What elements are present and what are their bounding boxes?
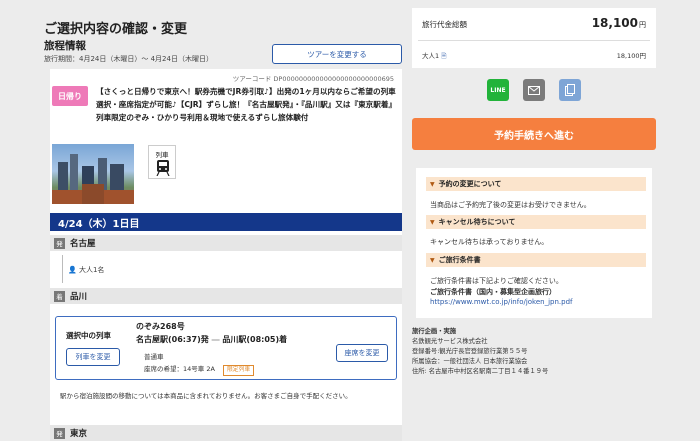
transport-label: 列車 <box>155 151 169 159</box>
copy-share-icon[interactable] <box>559 79 581 101</box>
station-badge: 発 <box>54 237 65 249</box>
selected-train-card: 選択中の列車 列車を変更 のぞみ268号 名古屋駅(06:37)発 ― 品川駅(… <box>55 316 397 380</box>
car-type: 普通車 <box>144 353 164 361</box>
booking-info-card: ▼ 予約の変更について 当商品はご予約完了後の変更はお受けできません。 ▼ キャンセ… <box>416 168 652 318</box>
triangle-down-icon: ▼ <box>430 218 435 226</box>
cancel-wait-text: キャンセル待ちは承っておりません。 <box>430 238 549 246</box>
change-tour-button[interactable]: ツアーを変更する <box>272 44 402 64</box>
travel-period: 旅行期間：4月24日（木曜日）～ 4月24日（木曜日） <box>44 55 213 63</box>
document-icon[interactable]: 🗎 <box>441 52 446 60</box>
change-seat-button[interactable]: 座席を変更 <box>336 344 388 362</box>
station-row-departure: 発 名古屋 <box>50 235 402 251</box>
tour-code: ツアーコード DP000000000000000000000000695 <box>232 75 394 83</box>
company-info: 旅行企画・実施 名鉄観光サービス株式会社 登録番号:観光庁長官登録旅行業第５５号… <box>412 328 549 375</box>
terms-subtitle: ご旅行条件書（国内・募集型企画旅行） <box>430 288 556 296</box>
mail-share-icon[interactable] <box>523 79 545 101</box>
change-train-button[interactable]: 列車を変更 <box>66 348 120 366</box>
total-price: 18,100円 <box>591 16 646 30</box>
limited-train-badge: 限定列車 <box>223 365 255 376</box>
station-name: 東京 <box>70 429 88 439</box>
tour-photo <box>52 144 134 204</box>
train-number: のぞみ268号 <box>136 322 185 331</box>
transport-card: 列車 <box>148 145 176 179</box>
itinerary-card: ツアーコード DP000000000000000000000000695 日帰り… <box>50 69 402 441</box>
main-column: ご選択内容の確認・変更 旅程情報 旅行期間：4月24日（木曜日）～ 4月24日（… <box>42 0 402 441</box>
change-policy-text: 当商品はご予約完了後の変更はお受けできません。 <box>430 201 591 209</box>
transfer-note: 駅から宿泊施設間の移動については本商品に含まれておりません。お客さまご自身で手配… <box>60 392 352 400</box>
triangle-down-icon: ▼ <box>430 180 435 188</box>
day-header: 4/24（木）1日目 <box>50 213 402 231</box>
divider <box>418 40 650 41</box>
station-row-tokyo: 発 東京 <box>50 425 402 441</box>
train-route: 名古屋駅(06:37)発 ― 品川駅(08:05)着 <box>136 335 288 344</box>
cancel-wait-heading: ▼ キャンセル待ちについて <box>426 215 646 229</box>
station-badge: 発 <box>54 427 65 439</box>
seat-preference: 座席の希望：14号車 2A 限定列車 <box>144 363 255 376</box>
adult-price: 18,100円 <box>616 52 646 60</box>
person-icon: 👤 <box>68 266 79 274</box>
station-name: 名古屋 <box>70 239 96 249</box>
station-badge: 着 <box>54 290 65 302</box>
line-share-icon[interactable]: LINE <box>487 79 509 101</box>
daytrip-badge: 日帰り <box>52 86 88 106</box>
change-policy-heading: ▼ 予約の変更について <box>426 177 646 191</box>
terms-heading: ▼ ご旅行条件書 <box>426 253 646 267</box>
copy-icon <box>565 84 575 96</box>
price-summary-card: 旅行代金総額 18,100円 大人1 🗎 18,100円 <box>412 8 656 68</box>
total-price-label: 旅行代金総額 <box>422 20 467 29</box>
itinerary-title: 旅程情報 <box>44 40 86 52</box>
train-icon <box>156 160 170 176</box>
page-title: ご選択内容の確認・変更 <box>44 22 188 37</box>
adult-price-label: 大人1 🗎 <box>422 52 447 60</box>
selected-train-label: 選択中の列車 <box>66 331 111 340</box>
timeline-line <box>62 255 63 283</box>
terms-link[interactable]: https://www.mwt.co.jp/info/joken_jpn.pdf <box>430 298 573 306</box>
proceed-to-booking-button[interactable]: 予約手続きへ進む <box>412 118 656 150</box>
passenger-count: 👤 大人1名 <box>68 266 105 274</box>
triangle-down-icon: ▼ <box>430 256 435 264</box>
mail-icon <box>528 85 540 95</box>
station-row-arrival: 着 品川 <box>50 288 402 304</box>
tour-name: 【さくっと日帰りで東京へ！駅券売機でJR券引取♪】出発の1ヶ月以内ならご希望の列… <box>96 87 400 122</box>
terms-text: ご旅行条件書は下記よりご確認ください。 <box>430 277 563 285</box>
station-name: 品川 <box>70 292 88 302</box>
